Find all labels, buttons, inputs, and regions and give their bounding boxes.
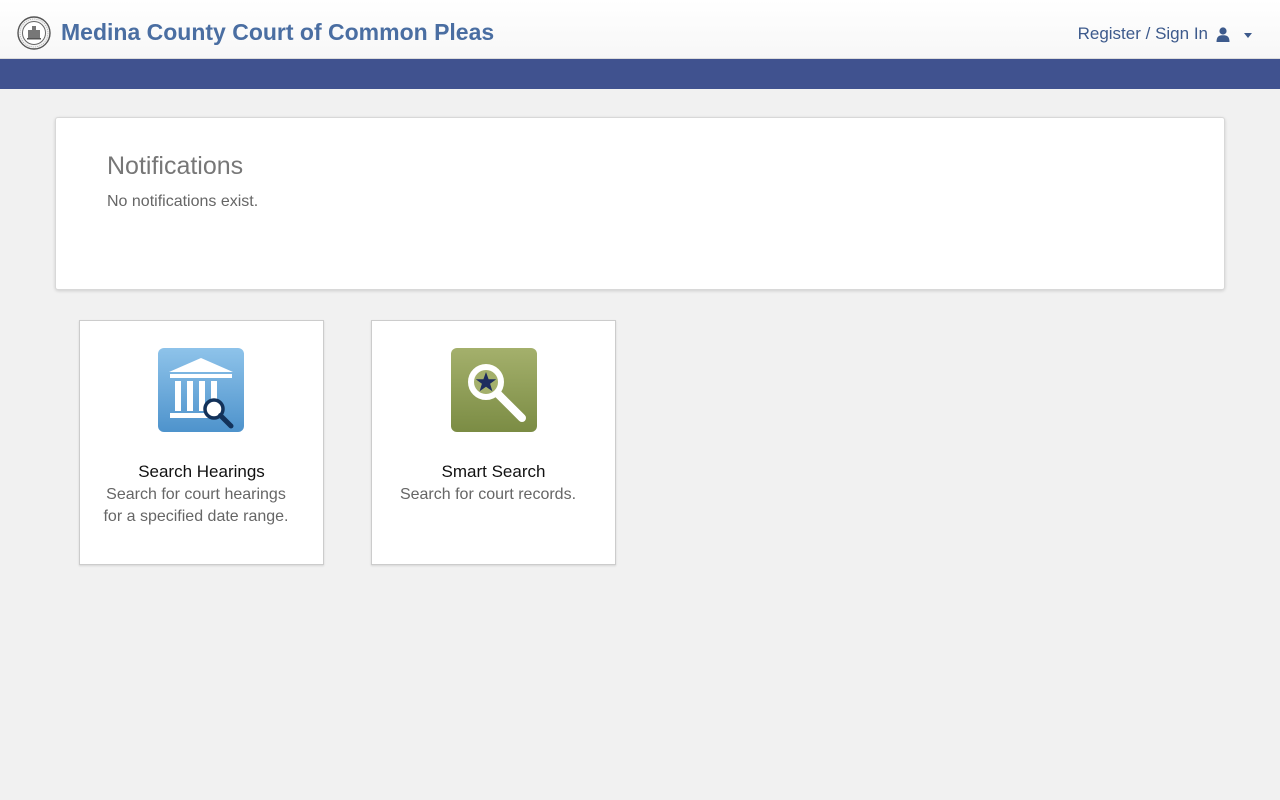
notifications-message: No notifications exist.: [107, 193, 259, 210]
courthouse-search-icon: [158, 348, 244, 432]
search-hearings-description-line1: Search for court hearings: [106, 486, 286, 503]
search-hearings-description: Search for court hearings for a specifie…: [80, 484, 312, 528]
chevron-down-icon: [1244, 32, 1252, 38]
search-hearings-title: Search Hearings: [138, 462, 265, 481]
county-seal-icon[interactable]: [17, 16, 51, 50]
signin-label: Register / Sign In: [1077, 24, 1208, 43]
smart-search-title: Smart Search: [441, 462, 546, 481]
navigation-bar: [0, 59, 1280, 89]
search-hearings-tile[interactable]: Search Hearings Search for court hearing…: [79, 320, 324, 565]
search-hearings-description-line2: for a specified date range.: [103, 508, 289, 525]
star-magnifier-icon: [451, 348, 537, 432]
notifications-title: Notifications: [107, 152, 244, 180]
smart-search-description: Search for court records.: [399, 486, 577, 503]
top-header: Medina County Court of Common Pleas Regi…: [0, 0, 1280, 59]
register-signin-menu[interactable]: Register / Sign In: [1078, 24, 1252, 44]
notifications-panel: Notifications No notifications exist.: [55, 117, 1225, 290]
site-title-link[interactable]: Medina County Court of Common Pleas: [61, 19, 494, 46]
user-icon: [1216, 26, 1230, 42]
smart-search-tile[interactable]: Smart Search Search for court records.: [371, 320, 616, 565]
